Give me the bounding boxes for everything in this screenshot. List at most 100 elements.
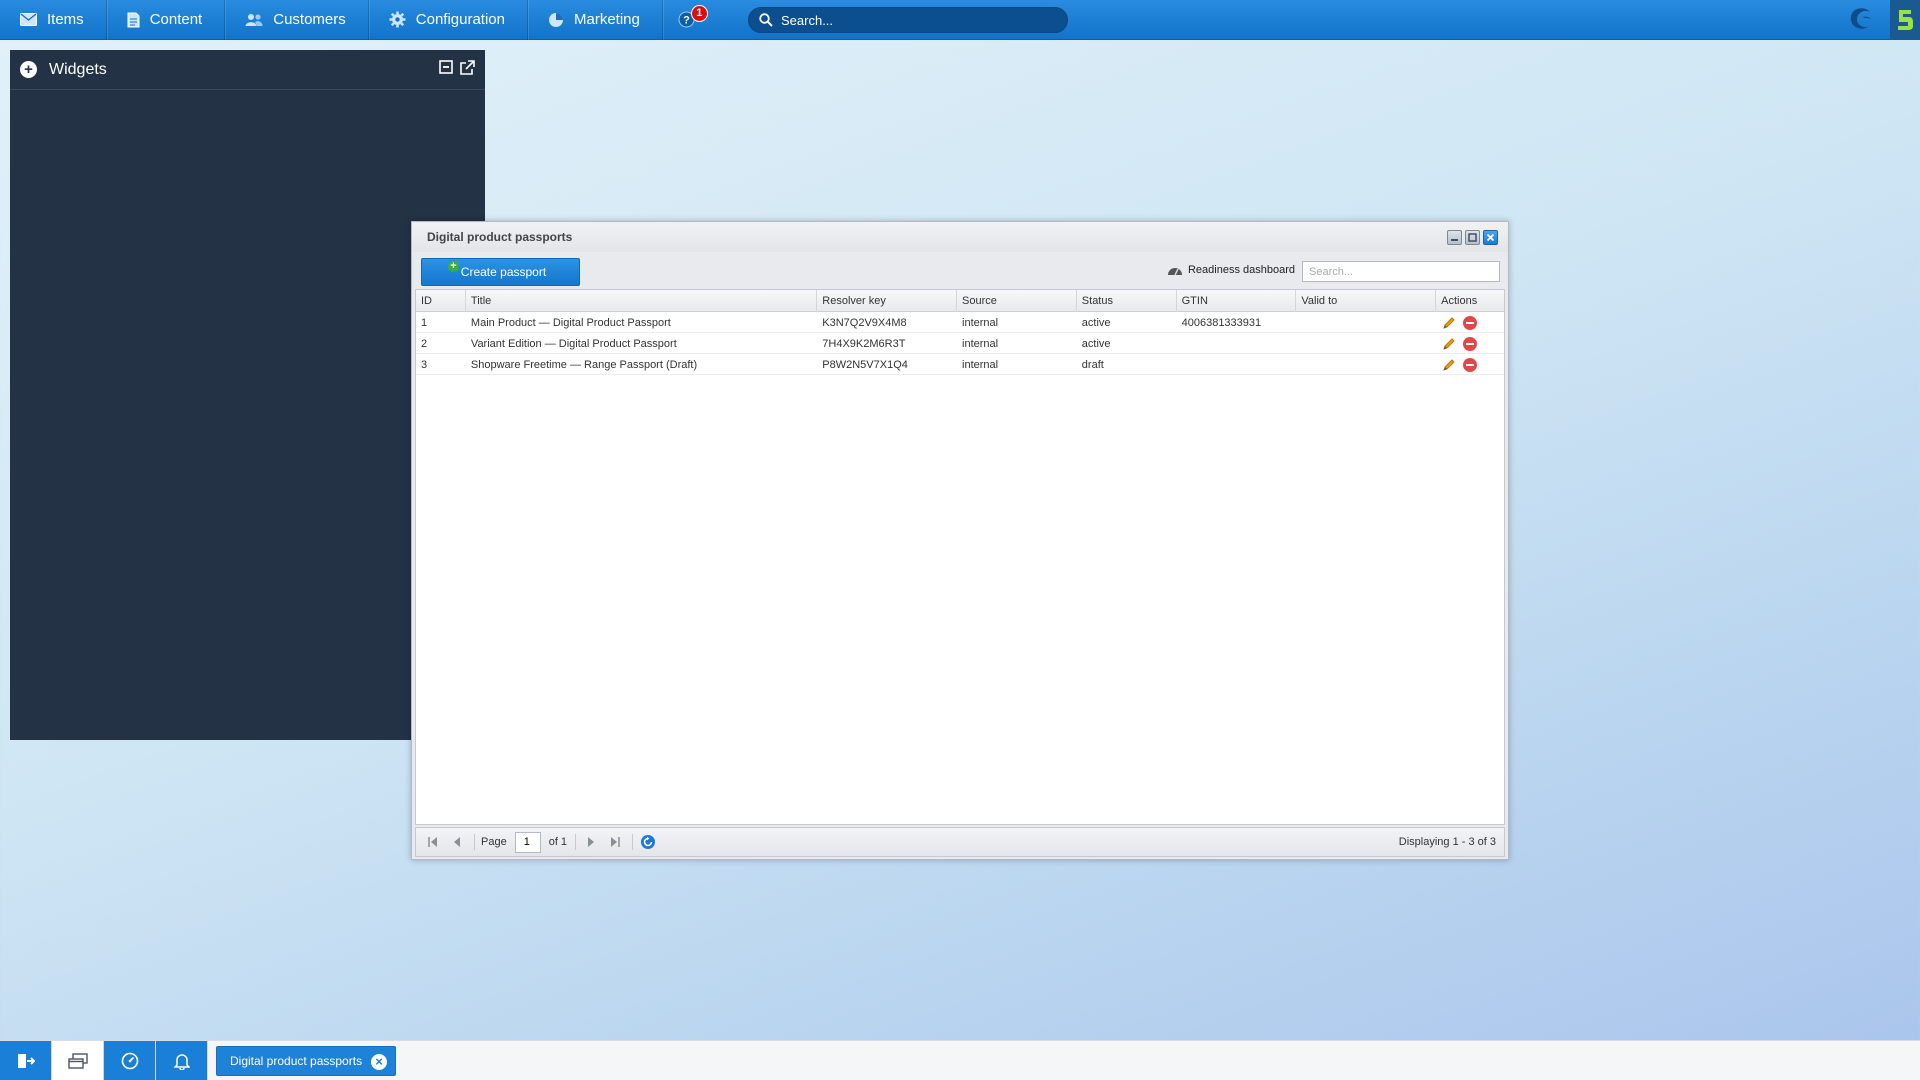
menu-marketing-label: Marketing [574, 11, 640, 28]
minimize-icon [1451, 239, 1458, 241]
column-header-valid-to[interactable]: Valid to [1296, 290, 1437, 312]
displaying-count: Displaying 1 - 3 of 3 [1398, 836, 1496, 848]
logout-button[interactable] [0, 1040, 52, 1080]
cell-gtin: 4006381333931 [1181, 316, 1262, 329]
window-close-button[interactable] [1483, 230, 1498, 245]
close-icon[interactable]: × [371, 1053, 387, 1070]
cell-source: internal [962, 358, 999, 371]
shopware-logo-icon [1848, 6, 1874, 35]
column-header-gtin[interactable]: GTIN [1177, 290, 1297, 312]
grid-search-input[interactable] [1302, 261, 1500, 282]
delete-icon[interactable] [1463, 315, 1478, 330]
next-page-icon [588, 837, 595, 847]
page-count-label: of 1 [548, 836, 568, 848]
users-icon [245, 13, 263, 26]
cell-source: internal [962, 337, 999, 350]
menu-content-label: Content [149, 11, 203, 28]
help-button[interactable]: ? 1 [663, 0, 711, 40]
grid-header: ID Title Resolver key Source Status GTIN… [416, 290, 1504, 312]
edit-pencil-icon[interactable] [1442, 358, 1456, 372]
taskbar-window-tab[interactable]: Digital product passports × [216, 1045, 396, 1076]
table-row[interactable]: 3 Shopware Freetime — Range Passport (Dr… [416, 354, 1504, 375]
global-search-input[interactable] [781, 12, 1041, 28]
window-maximize-button[interactable] [1465, 230, 1480, 245]
last-page-icon [611, 837, 620, 847]
notifications-button[interactable] [156, 1040, 208, 1080]
dashboard-button[interactable] [104, 1040, 156, 1080]
cell-status: draft [1081, 358, 1104, 371]
column-header-id[interactable]: ID [416, 290, 466, 312]
menu-marketing[interactable]: Marketing [528, 0, 663, 40]
pie-chart-icon [549, 12, 563, 27]
windows-icon [67, 1052, 88, 1069]
cell-status: active [1081, 337, 1111, 350]
menu-configuration[interactable]: Configuration [369, 0, 528, 40]
cell-resolver-key: P8W2N5V7X1Q4 [822, 358, 908, 371]
menu-customers[interactable]: Customers [225, 0, 369, 40]
widgets-title: Widgets [49, 60, 107, 78]
menu-items[interactable]: Items [0, 0, 107, 40]
cell-valid-to [1296, 354, 1436, 375]
next-page-button[interactable] [582, 833, 600, 851]
window-minimize-button[interactable] [1447, 230, 1462, 245]
menu-configuration-label: Configuration [415, 11, 505, 28]
cell-title: Shopware Freetime — Range Passport (Draf… [470, 358, 698, 371]
last-page-button[interactable] [606, 833, 624, 851]
gear-icon [389, 11, 406, 28]
grid-toolbar: + Create passport Readiness dashboard [415, 255, 1505, 289]
window-title: Digital product passports [412, 222, 1508, 252]
popout-icon[interactable] [459, 60, 475, 76]
cell-status: active [1081, 316, 1111, 329]
previous-page-icon [454, 837, 460, 847]
windows-overview-button[interactable] [52, 1040, 104, 1080]
cell-valid-to [1296, 312, 1436, 333]
refresh-icon [641, 835, 656, 849]
delete-icon[interactable] [1463, 357, 1478, 372]
edit-pencil-icon[interactable] [1442, 337, 1456, 351]
pager-separator [632, 834, 634, 850]
add-icon: + [448, 261, 459, 272]
version-logo-icon [1890, 0, 1920, 40]
column-header-actions: Actions [1441, 295, 1478, 307]
minimize-icon[interactable] [439, 60, 453, 74]
column-header-source[interactable]: Source [957, 290, 1077, 312]
search-icon [759, 13, 773, 27]
cell-valid-to [1296, 333, 1436, 354]
page-number-input[interactable] [514, 831, 541, 853]
refresh-button[interactable] [639, 833, 657, 851]
column-header-resolver-key[interactable]: Resolver key [817, 290, 958, 312]
maximize-icon [1468, 233, 1477, 242]
menu-items-label: Items [47, 11, 84, 28]
previous-page-button[interactable] [448, 833, 466, 851]
table-row[interactable]: 2 Variant Edition — Digital Product Pass… [416, 333, 1504, 354]
cell-gtin [1177, 354, 1297, 375]
menu-content[interactable]: Content [107, 0, 226, 40]
passports-grid: ID Title Resolver key Source Status GTIN… [415, 289, 1505, 825]
widgets-header: + Widgets [10, 50, 485, 90]
readiness-dashboard-button[interactable]: Readiness dashboard [1167, 264, 1295, 276]
envelope-icon [20, 13, 37, 26]
grid-pager: Page of 1 Displaying 1 - 3 of 3 [415, 827, 1505, 857]
cell-resolver-key: K3N7Q2V9X4M8 [822, 316, 907, 329]
table-row[interactable]: 1 Main Product — Digital Product Passpor… [416, 312, 1504, 333]
cell-id: 2 [421, 337, 428, 350]
first-page-button[interactable] [424, 833, 442, 851]
page-label: Page [481, 836, 507, 848]
global-search[interactable] [748, 7, 1068, 33]
delete-icon[interactable] [1463, 336, 1478, 351]
cell-id: 1 [421, 316, 428, 329]
window-controls [1447, 230, 1498, 245]
close-icon [1486, 233, 1495, 242]
add-widget-icon[interactable]: + [20, 61, 37, 78]
cell-gtin [1177, 333, 1297, 354]
create-passport-label: Create passport [460, 265, 547, 279]
top-menu-bar: Items Content Customers Configuration Ma… [0, 0, 1920, 40]
taskbar-window-label: Digital product passports [230, 1053, 363, 1068]
bottom-taskbar: Digital product passports × [0, 1040, 1920, 1080]
pager-separator [474, 834, 475, 850]
notification-badge: 1 [690, 4, 708, 22]
create-passport-button[interactable]: + Create passport [421, 258, 580, 286]
column-header-status[interactable]: Status [1077, 290, 1177, 312]
edit-pencil-icon[interactable] [1442, 316, 1456, 330]
column-header-title[interactable]: Title [466, 290, 818, 312]
